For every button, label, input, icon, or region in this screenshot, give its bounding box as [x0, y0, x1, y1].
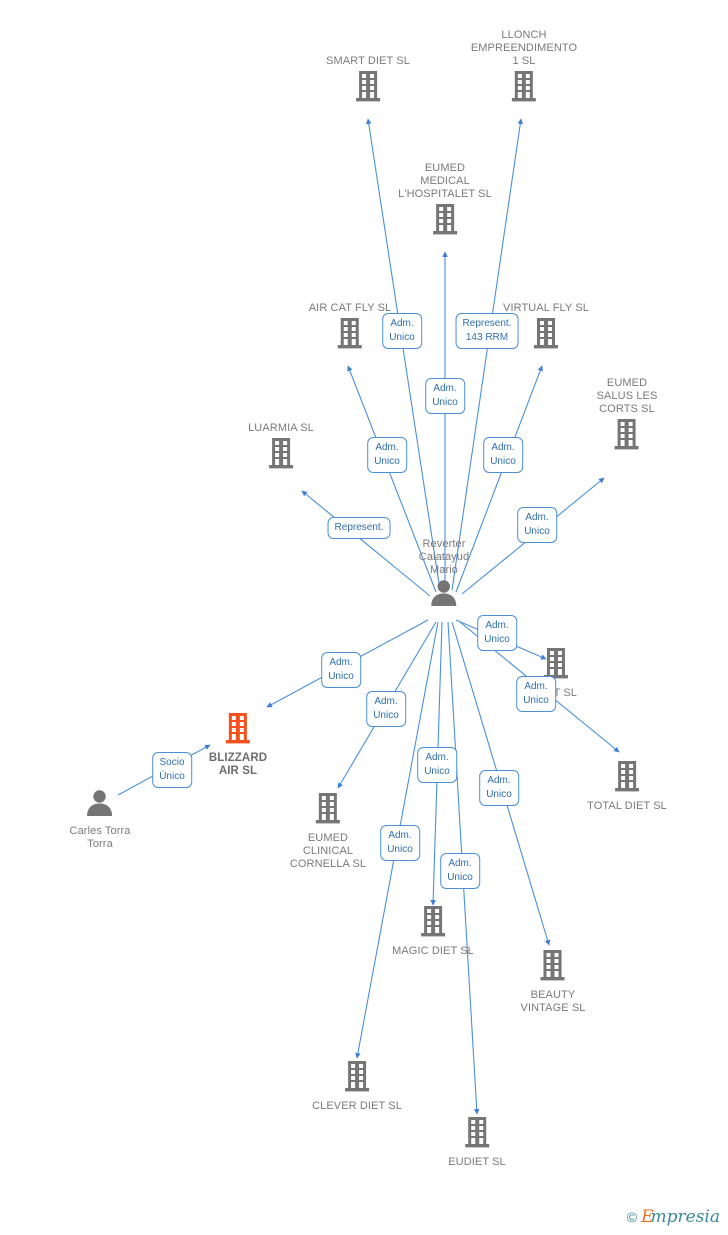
- node-label-blizzard_air: BLIZZARD AIR SL: [208, 752, 268, 777]
- brand-name: mpresia: [650, 1207, 721, 1227]
- building-icon: [316, 793, 340, 824]
- node-air_cat_fly[interactable]: AIR CAT FLY SL: [309, 302, 392, 355]
- person-icon[interactable]: [419, 578, 469, 613]
- relation-badge-adm_3[interactable]: Adm. Unico: [367, 437, 407, 473]
- building-icon: [614, 761, 639, 792]
- building-icon[interactable]: [309, 316, 392, 355]
- node-label-reverter: Reverter Calatayud Mario: [418, 538, 470, 576]
- edge-reverter-to-luarmia: [301, 490, 431, 597]
- relation-badge-adm_8[interactable]: Adm. Unico: [516, 676, 556, 712]
- node-total_diet[interactable]: TOTAL DIET SL: [587, 759, 667, 813]
- building-icon: [533, 318, 558, 349]
- network-diagram-canvas: SMART DIET SL LLONCH EMPREENDIMENTO 1 SL E…: [0, 0, 728, 1235]
- node-eudiet[interactable]: EUDIET SL: [448, 1115, 506, 1169]
- person-icon: [431, 580, 457, 606]
- node-label-eudiet: EUDIET SL: [448, 1156, 506, 1168]
- relation-badge-rep_143[interactable]: Represent. 143 RRM: [455, 313, 519, 349]
- building-icon[interactable]: [398, 202, 492, 241]
- node-label-air_cat_fly: AIR CAT FLY SL: [308, 302, 392, 314]
- person-icon[interactable]: [70, 788, 131, 823]
- node-label-carles_torra: Carles Torra Torra: [69, 825, 131, 850]
- node-label-clever_diet: CLEVER DIET SL: [312, 1100, 402, 1112]
- relation-badge-adm_5[interactable]: Adm. Unico: [517, 507, 557, 543]
- relation-badge-adm_11[interactable]: Adm. Unico: [479, 770, 519, 806]
- node-label-llonch: LLONCH EMPREENDIMENTO 1 SL: [470, 29, 578, 67]
- building-icon[interactable]: [587, 759, 667, 798]
- building-icon: [433, 204, 457, 235]
- node-eumed_salus[interactable]: EUMED SALUS LES CORTS SL: [597, 377, 658, 456]
- copyright-icon: ©: [626, 1209, 638, 1225]
- node-llonch[interactable]: LLONCH EMPREENDIMENTO 1 SL: [471, 29, 577, 108]
- relation-badge-adm_1[interactable]: Adm. Unico: [382, 313, 422, 349]
- building-icon[interactable]: [326, 69, 410, 108]
- building-icon[interactable]: [521, 948, 586, 987]
- relation-badge-adm_13[interactable]: Adm. Unico: [440, 853, 480, 889]
- relation-badge-adm_2[interactable]: Adm. Unico: [425, 378, 465, 414]
- building-icon: [355, 71, 380, 102]
- relation-badge-rep_plain[interactable]: Represent.: [327, 517, 391, 539]
- building-icon: [345, 1061, 369, 1092]
- building-icon: [614, 419, 639, 450]
- relation-badge-adm_4[interactable]: Adm. Unico: [483, 437, 523, 473]
- node-magic_diet[interactable]: MAGIC DIET SL: [392, 904, 474, 958]
- relation-badge-adm_6[interactable]: Adm. Unico: [321, 652, 361, 688]
- relation-badge-adm_10[interactable]: Adm. Unico: [417, 747, 457, 783]
- building-icon[interactable]: [290, 791, 366, 830]
- node-beauty_vintage[interactable]: BEAUTY VINTAGE SL: [521, 948, 586, 1015]
- building-icon: [465, 1117, 489, 1148]
- node-label-luarmia: LUARMIA SL: [248, 422, 314, 434]
- building-icon[interactable]: [248, 436, 314, 475]
- node-eumed_clinical[interactable]: EUMED CLINICAL CORNELLA SL: [290, 791, 366, 871]
- empresia-watermark: © Empresia: [627, 1207, 720, 1227]
- building-icon[interactable]: [597, 417, 658, 456]
- relation-badge-adm_12[interactable]: Adm. Unico: [380, 825, 420, 861]
- building-icon: [269, 438, 293, 469]
- building-icon: [543, 648, 568, 679]
- node-luarmia[interactable]: LUARMIA SL: [248, 422, 314, 475]
- node-label-magic_diet: MAGIC DIET SL: [392, 945, 474, 957]
- node-label-eumed_clinical: EUMED CLINICAL CORNELLA SL: [289, 832, 367, 870]
- node-blizzard_air[interactable]: BLIZZARD AIR SL: [209, 711, 267, 778]
- relation-badge-adm_9[interactable]: Adm. Unico: [366, 691, 406, 727]
- building-icon[interactable]: [312, 1059, 402, 1098]
- building-icon[interactable]: [209, 711, 267, 750]
- node-reverter[interactable]: Reverter Calatayud Mario: [419, 538, 469, 613]
- person-icon: [87, 790, 113, 816]
- node-label-beauty_vintage: BEAUTY VINTAGE SL: [520, 989, 586, 1014]
- building-icon: [540, 950, 565, 981]
- building-icon: [421, 906, 445, 937]
- building-icon: [225, 713, 250, 744]
- relation-badge-socio[interactable]: Socio Único: [152, 752, 192, 788]
- relation-badge-adm_7[interactable]: Adm. Unico: [477, 615, 517, 651]
- building-icon[interactable]: [392, 904, 474, 943]
- building-icon: [511, 71, 536, 102]
- node-label-eumed_medical: EUMED MEDICAL L'HOSPITALET SL: [398, 162, 492, 200]
- edge-layer: [117, 118, 620, 1115]
- node-eumed_medical[interactable]: EUMED MEDICAL L'HOSPITALET SL: [398, 162, 492, 241]
- building-icon[interactable]: [448, 1115, 506, 1154]
- building-icon: [337, 318, 362, 349]
- node-label-smart_diet: SMART DIET SL: [326, 55, 410, 67]
- node-label-eumed_salus: EUMED SALUS LES CORTS SL: [596, 377, 658, 415]
- node-carles_torra[interactable]: Carles Torra Torra: [70, 788, 131, 851]
- node-clever_diet[interactable]: CLEVER DIET SL: [312, 1059, 402, 1113]
- building-icon[interactable]: [471, 69, 577, 108]
- node-smart_diet[interactable]: SMART DIET SL: [326, 55, 410, 108]
- node-label-total_diet: TOTAL DIET SL: [587, 800, 667, 812]
